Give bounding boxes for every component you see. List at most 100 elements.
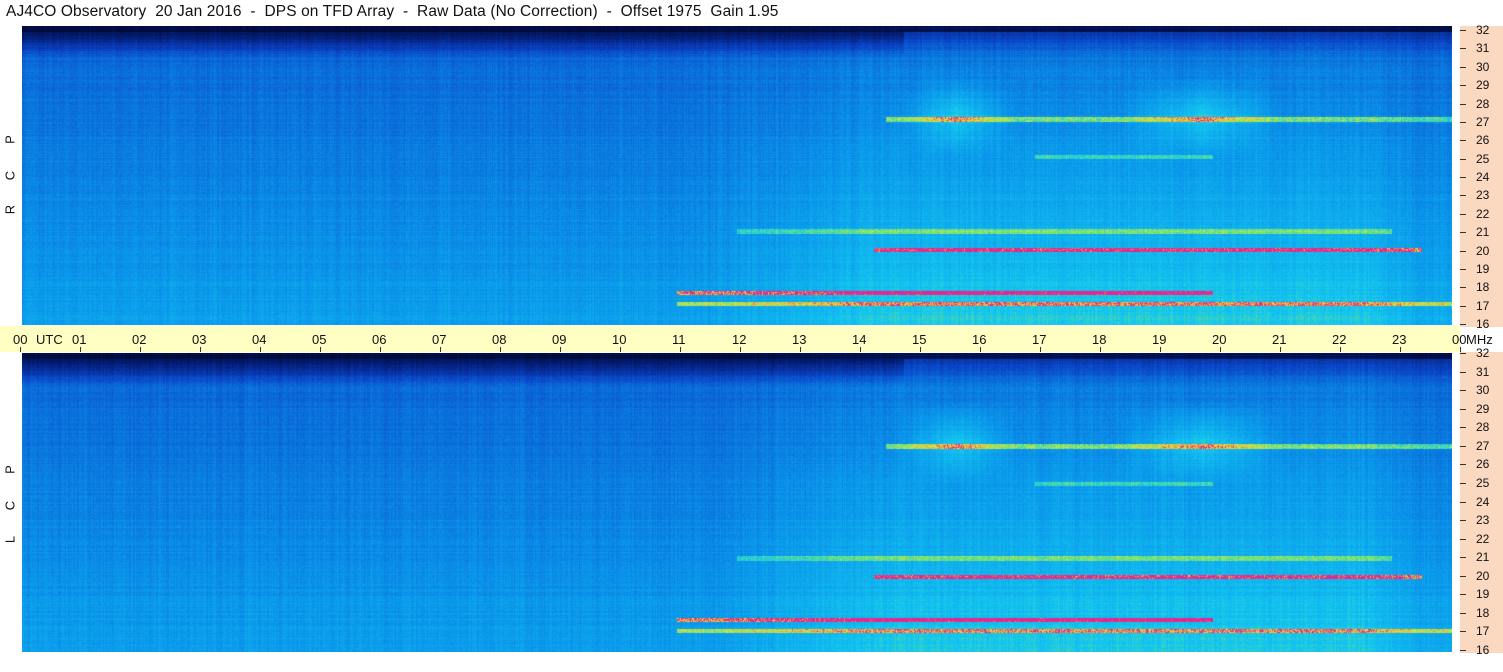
time-tick-label: 02 <box>132 332 147 347</box>
freq-tick-label: 18 <box>1476 280 1490 295</box>
time-axis <box>0 326 1460 352</box>
freq-tick-label: 27 <box>1476 114 1490 129</box>
time-unit-label: UTC <box>36 332 63 347</box>
freq-tick <box>1460 445 1466 447</box>
spectrogram-rcp <box>22 26 1452 325</box>
freq-tick-label: 23 <box>1476 188 1490 203</box>
freq-tick-label: 25 <box>1476 151 1490 166</box>
time-tick-label: 06 <box>372 332 387 347</box>
freq-tick <box>1460 250 1466 252</box>
time-tick-label: 09 <box>552 332 567 347</box>
freq-tick-label: 25 <box>1476 475 1490 490</box>
freq-tick-label: 22 <box>1476 206 1490 221</box>
freq-tick <box>1460 631 1466 633</box>
time-tick-label: 18 <box>1092 332 1107 347</box>
freq-tick <box>1460 121 1466 123</box>
time-tick <box>20 347 21 352</box>
freq-tick <box>1460 213 1466 215</box>
freq-tick-label: 26 <box>1476 133 1490 148</box>
polarization-label-rcp: P C R <box>2 135 18 215</box>
freq-tick-label: 18 <box>1476 605 1490 620</box>
freq-tick <box>1460 594 1466 596</box>
freq-tick <box>1460 353 1466 354</box>
freq-tick <box>1460 140 1466 142</box>
time-tick-label: 03 <box>192 332 207 347</box>
time-tick-label: 00 <box>13 332 28 347</box>
freq-tick <box>1460 177 1466 178</box>
time-tick <box>1400 347 1401 352</box>
time-tick <box>140 347 141 352</box>
freq-tick <box>1460 48 1466 50</box>
time-tick <box>1160 347 1161 352</box>
freq-tick-label: 19 <box>1476 587 1490 602</box>
time-tick <box>200 347 201 352</box>
time-tick <box>260 347 261 352</box>
time-tick <box>620 347 621 352</box>
freq-tick <box>1460 324 1466 325</box>
time-tick-label: 16 <box>972 332 987 347</box>
freq-tick <box>1460 66 1466 68</box>
freq-tick <box>1460 557 1466 559</box>
freq-tick-label: 31 <box>1476 41 1490 56</box>
freq-tick-label: 22 <box>1476 531 1490 546</box>
freq-tick-label: 24 <box>1476 170 1490 184</box>
freq-tick <box>1460 408 1466 410</box>
spectrogram-lcp <box>22 353 1452 652</box>
time-tick-label: 10 <box>612 332 627 347</box>
freq-tick-label: 21 <box>1476 550 1490 565</box>
freq-tick <box>1460 650 1466 651</box>
freq-tick <box>1460 575 1466 577</box>
freq-tick-label: 19 <box>1476 261 1490 276</box>
time-tick-label: 21 <box>1272 332 1287 347</box>
time-tick <box>980 347 981 352</box>
time-tick-label: 05 <box>312 332 327 347</box>
time-tick <box>560 347 561 352</box>
freq-tick-label: 26 <box>1476 457 1490 472</box>
time-tick-label: 08 <box>492 332 507 347</box>
freq-tick-label: 30 <box>1476 59 1490 74</box>
time-tick <box>920 347 921 352</box>
freq-tick-label: 32 <box>1476 346 1490 360</box>
freq-tick <box>1460 482 1466 484</box>
freq-tick <box>1460 520 1466 522</box>
freq-tick <box>1460 158 1466 160</box>
freq-tick-label: 20 <box>1476 243 1490 258</box>
time-tick-label: 13 <box>792 332 807 347</box>
freq-tick-label: 28 <box>1476 96 1490 111</box>
freq-tick-label: 16 <box>1476 643 1490 657</box>
freq-tick-label: 29 <box>1476 78 1490 93</box>
freq-tick <box>1460 85 1466 87</box>
time-tick <box>320 347 321 352</box>
time-tick-label: 04 <box>252 332 267 347</box>
time-tick <box>800 347 801 352</box>
freq-tick <box>1460 538 1466 540</box>
freq-tick-label: 21 <box>1476 225 1490 240</box>
freq-tick <box>1460 612 1466 614</box>
time-tick <box>860 347 861 352</box>
freq-tick <box>1460 371 1466 373</box>
time-tick-label: 22 <box>1332 332 1347 347</box>
time-tick-label: 11 <box>672 332 686 347</box>
time-tick <box>740 347 741 352</box>
time-tick-label: 20 <box>1212 332 1227 347</box>
time-tick-label: 23 <box>1392 332 1407 347</box>
time-tick-label: 07 <box>432 332 447 347</box>
freq-tick-label: 17 <box>1476 624 1490 639</box>
time-tick-label: 19 <box>1152 332 1167 347</box>
time-tick-label: 15 <box>912 332 927 347</box>
time-tick <box>440 347 441 352</box>
freq-tick-label: 23 <box>1476 513 1490 528</box>
freq-tick <box>1460 103 1466 105</box>
time-tick-label: 01 <box>72 332 87 347</box>
time-tick <box>1340 347 1341 352</box>
freq-tick <box>1460 305 1466 307</box>
time-tick <box>1100 347 1101 352</box>
freq-tick-label: 28 <box>1476 420 1490 435</box>
time-tick <box>80 347 81 352</box>
time-tick-label: 00 <box>1452 332 1467 347</box>
freq-tick <box>1460 195 1466 197</box>
chart-title: AJ4CO Observatory 20 Jan 2016 - DPS on T… <box>6 3 779 20</box>
time-tick <box>1280 347 1281 352</box>
freq-tick <box>1460 501 1466 503</box>
freq-tick-label: 24 <box>1476 494 1490 509</box>
